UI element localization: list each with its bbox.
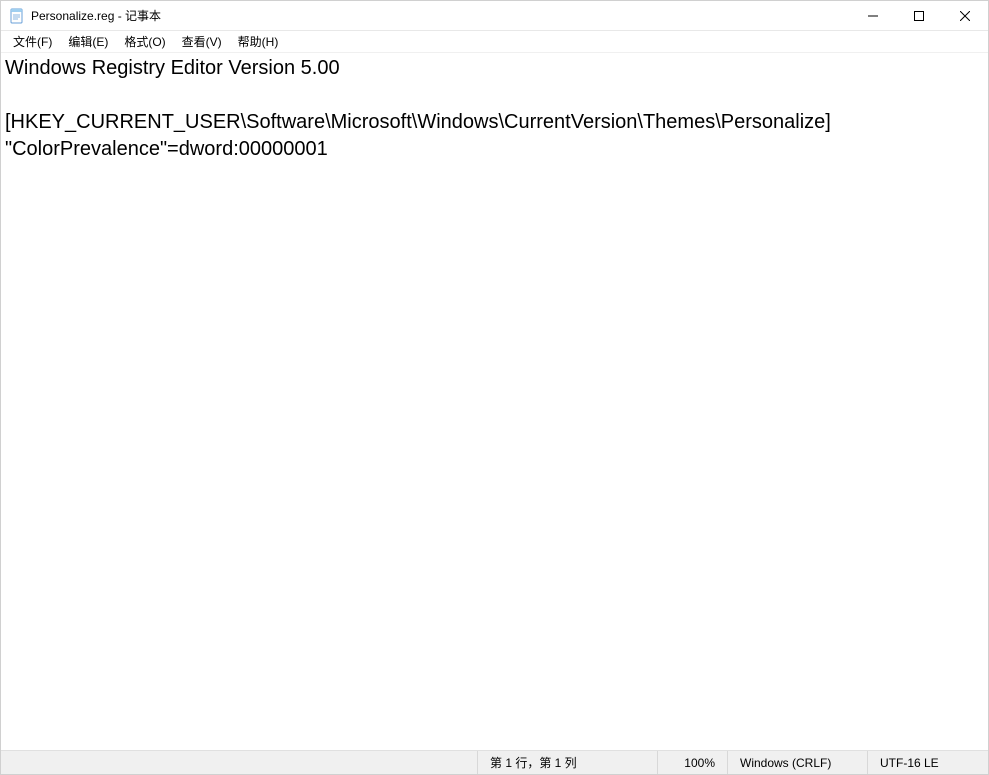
menu-edit[interactable]: 编辑(E) (60, 31, 116, 52)
editor-area (1, 52, 988, 750)
status-eol: Windows (CRLF) (728, 751, 868, 774)
status-left-spacer (1, 751, 478, 774)
close-button[interactable] (942, 1, 988, 31)
notepad-window: Personalize.reg - 记事本 文件(F) 编辑(E) 格式(O) … (0, 0, 989, 775)
titlebar[interactable]: Personalize.reg - 记事本 (1, 1, 988, 31)
status-zoom: 100% (658, 751, 728, 774)
status-position: 第 1 行，第 1 列 (478, 751, 658, 774)
window-title: Personalize.reg - 记事本 (31, 7, 161, 24)
menu-file[interactable]: 文件(F) (5, 31, 60, 52)
statusbar: 第 1 行，第 1 列 100% Windows (CRLF) UTF-16 L… (1, 750, 988, 774)
menu-help[interactable]: 帮助(H) (230, 31, 287, 52)
menu-format[interactable]: 格式(O) (116, 31, 173, 52)
window-controls (850, 1, 988, 30)
maximize-button[interactable] (896, 1, 942, 31)
status-encoding: UTF-16 LE (868, 751, 988, 774)
minimize-button[interactable] (850, 1, 896, 31)
text-editor[interactable] (1, 53, 988, 750)
notepad-icon (9, 8, 25, 24)
menu-view[interactable]: 查看(V) (174, 31, 230, 52)
menubar: 文件(F) 编辑(E) 格式(O) 查看(V) 帮助(H) (1, 31, 988, 52)
